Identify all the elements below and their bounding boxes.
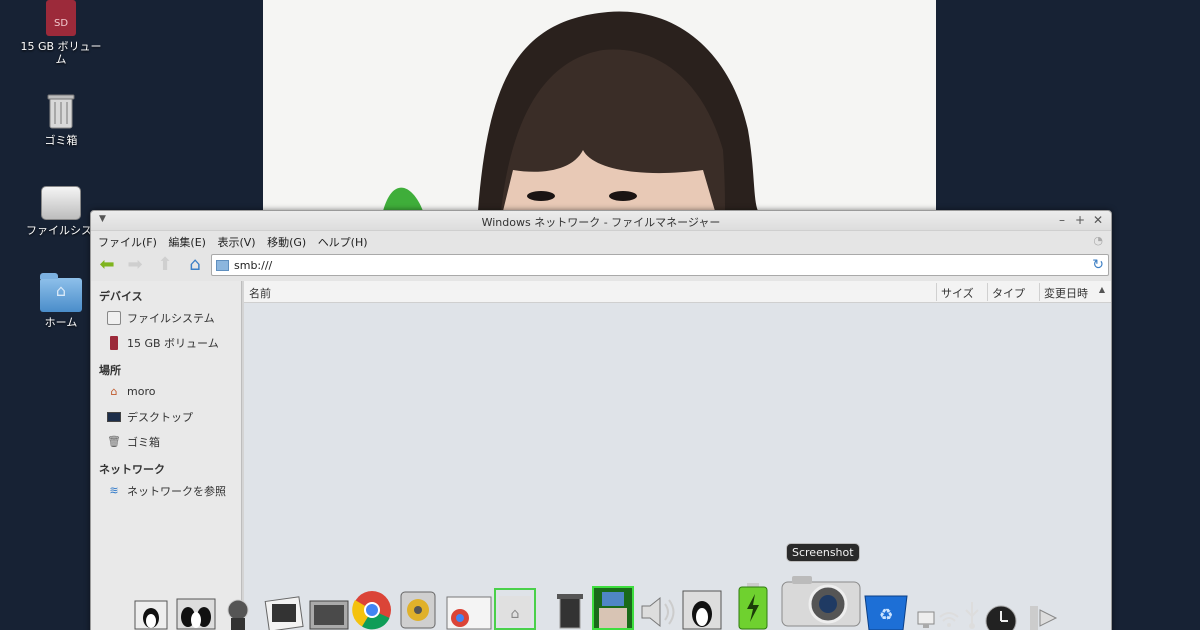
reload-icon[interactable]: ↻ <box>1092 257 1104 273</box>
camera-icon[interactable] <box>778 572 864 630</box>
maximize-button[interactable]: + <box>1073 213 1087 227</box>
sidebar-item-label: 15 GB ボリューム <box>127 336 219 350</box>
window-titlebar[interactable]: ▼ Windows ネットワーク - ファイルマネージャー – + ✕ <box>91 211 1111 231</box>
chrome-window-icon[interactable] <box>446 596 492 630</box>
tux-group-icon[interactable] <box>176 598 216 630</box>
sidebar-item-label: ゴミ箱 <box>127 435 160 449</box>
mixer-icon[interactable] <box>223 598 253 630</box>
sidebar-heading-devices: デバイス <box>99 290 143 303</box>
column-size[interactable]: サイズ <box>941 285 974 301</box>
column-name[interactable]: 名前 <box>249 285 271 301</box>
close-button[interactable]: ✕ <box>1091 213 1105 227</box>
menu-file[interactable]: ファイル(F) <box>95 231 162 250</box>
minimize-button[interactable]: – <box>1055 213 1069 227</box>
usb-icon[interactable] <box>962 600 982 630</box>
column-header: 名前 サイズ タイプ 変更日時 ▲ <box>244 281 1111 303</box>
hard-drive-icon <box>41 186 81 220</box>
trash-icon: 🗑 <box>107 434 121 448</box>
clock-icon[interactable] <box>984 604 1018 630</box>
tux-panel-icon[interactable] <box>682 590 722 630</box>
sidebar-item-trash[interactable]: 🗑 ゴミ箱 <box>91 429 241 454</box>
dock: ⌂ ♻ <box>126 560 1200 630</box>
folder-icon <box>216 260 229 271</box>
sidebar-item-moro[interactable]: ⌂ moro <box>91 379 241 404</box>
battery-icon[interactable] <box>736 582 770 630</box>
up-arrow-icon[interactable]: ⬆ <box>153 254 177 276</box>
svg-text:⌂: ⌂ <box>511 606 520 622</box>
sidebar-item-filesystem[interactable]: ファイルシステム <box>91 305 241 330</box>
location-bar: ↻ <box>211 254 1109 276</box>
desktop-icon-label: ゴミ箱 <box>44 134 78 147</box>
toolbar: ⬅ ➡ ⬆ ⌂ ↻ <box>91 251 1111 279</box>
photo-frame-icon[interactable] <box>592 586 634 630</box>
menu-go[interactable]: 移動(G) <box>264 231 311 250</box>
sidebar-heading-network: ネットワーク <box>99 463 165 476</box>
desktop-icon-label: ファイルシステム <box>26 224 96 237</box>
home-icon: ⌂ <box>110 384 118 398</box>
trash-icon <box>47 94 75 129</box>
home-icon[interactable]: ⌂ <box>183 254 207 276</box>
menu-edit[interactable]: 編集(E) <box>165 231 211 250</box>
chrome-icon[interactable] <box>352 590 392 630</box>
column-divider <box>1039 283 1040 301</box>
sd-card-icon <box>110 335 118 350</box>
menu-bar: ファイル(F) 編集(E) 表示(V) 移動(G) ヘルプ(H) ◔ <box>91 231 1111 251</box>
menu-help[interactable]: ヘルプ(H) <box>315 231 373 250</box>
music-player-icon[interactable] <box>399 590 437 630</box>
menu-view[interactable]: 表示(V) <box>214 231 260 250</box>
photo-viewer-icon[interactable] <box>264 596 304 630</box>
sidebar-item-browse-network[interactable]: ≋ ネットワークを参照 <box>91 478 241 503</box>
sidebar-item-label: デスクトップ <box>127 410 193 424</box>
terminal-icon[interactable] <box>1026 604 1070 630</box>
desktop-icon-label: 15 GB ボリューム <box>20 40 102 66</box>
volume-icon[interactable] <box>638 594 678 630</box>
back-arrow-icon[interactable]: ⬅ <box>95 254 119 276</box>
column-type[interactable]: タイプ <box>992 285 1025 301</box>
home-folder-icon[interactable]: ⌂ <box>494 588 536 630</box>
sd-card-icon <box>46 0 76 36</box>
wifi-icon[interactable] <box>938 608 960 630</box>
desktop-icon-volume[interactable]: 15 GB ボリューム <box>16 0 106 66</box>
portrait-image <box>263 0 936 211</box>
sidebar-item-label: ファイルシステム <box>127 311 215 325</box>
window-title: Windows ネットワーク - ファイルマネージャー <box>481 216 721 229</box>
svg-text:♻: ♻ <box>879 605 893 624</box>
home-folder-icon <box>40 273 82 312</box>
activity-spinner-icon: ◔ <box>1093 234 1103 247</box>
trash-box-icon[interactable] <box>554 590 586 630</box>
wifi-icon: ≋ <box>109 483 119 497</box>
hard-drive-icon <box>107 310 121 325</box>
sidebar-item-volume[interactable]: 15 GB ボリューム <box>91 330 241 355</box>
sidebar-heading-places: 場所 <box>99 364 121 377</box>
column-divider <box>936 283 937 301</box>
column-modified[interactable]: 変更日時 <box>1044 285 1088 301</box>
desktop-icon-label: ホーム <box>44 316 78 329</box>
network-icon[interactable] <box>916 608 936 630</box>
image-viewer-icon[interactable] <box>309 600 349 630</box>
sidebar-item-label: moro <box>127 385 156 398</box>
tux-icon[interactable] <box>134 600 168 630</box>
recycle-bin-icon[interactable]: ♻ <box>861 590 911 630</box>
desktop-icon-trash[interactable]: ゴミ箱 <box>16 92 106 147</box>
background-photo <box>263 0 936 211</box>
location-input[interactable] <box>234 257 1074 273</box>
column-divider <box>987 283 988 301</box>
sort-ascending-icon[interactable]: ▲ <box>1099 285 1105 294</box>
sidebar-item-desktop[interactable]: デスクトップ <box>91 404 241 429</box>
desktop-icon <box>107 411 121 422</box>
sidebar-item-label: ネットワークを参照 <box>127 484 226 498</box>
forward-arrow-icon[interactable]: ➡ <box>123 254 147 276</box>
